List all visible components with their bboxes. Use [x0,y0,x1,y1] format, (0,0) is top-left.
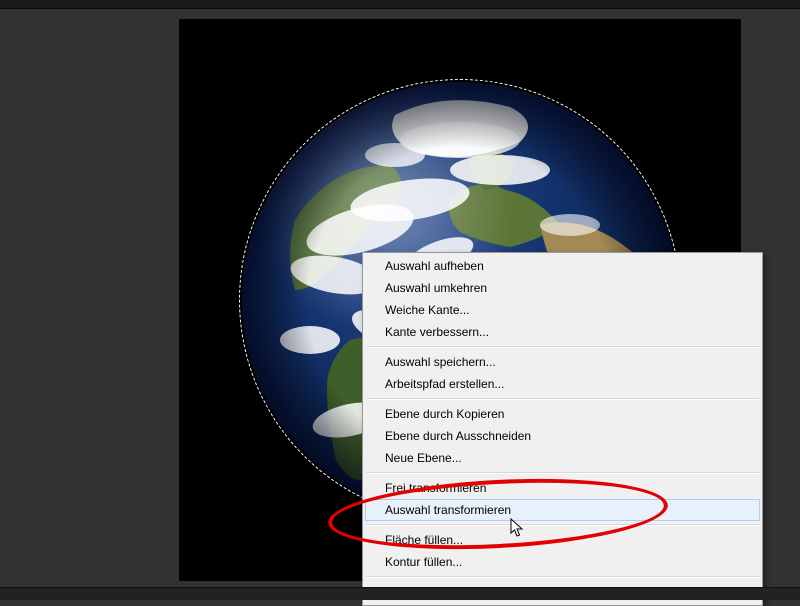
menu-item[interactable]: Kontur füllen... [365,551,760,573]
menu-item[interactable]: Fläche füllen... [365,529,760,551]
menu-item[interactable]: Auswahl umkehren [365,277,760,299]
menu-separator [366,346,759,348]
menu-separator [366,524,759,526]
menu-item[interactable]: Frei transformieren [365,477,760,499]
menu-separator [366,472,759,474]
menu-item[interactable]: Auswahl speichern... [365,351,760,373]
menu-item[interactable]: Ebene durch Ausschneiden [365,425,760,447]
context-menu[interactable]: Auswahl aufhebenAuswahl umkehrenWeiche K… [362,252,763,606]
menu-item[interactable]: Auswahl aufheben [365,255,760,277]
menu-item[interactable]: Ebene durch Kopieren [365,403,760,425]
menu-item[interactable]: Kante verbessern... [365,321,760,343]
menu-separator [366,398,759,400]
menu-item[interactable]: Arbeitspfad erstellen... [365,373,760,395]
menu-item[interactable]: Auswahl transformieren [365,499,760,521]
menu-separator [366,576,759,578]
app-titlebar-strip [0,0,800,9]
menu-item[interactable]: Neue Ebene... [365,447,760,469]
status-bar-strip [0,587,800,600]
menu-item[interactable]: Weiche Kante... [365,299,760,321]
